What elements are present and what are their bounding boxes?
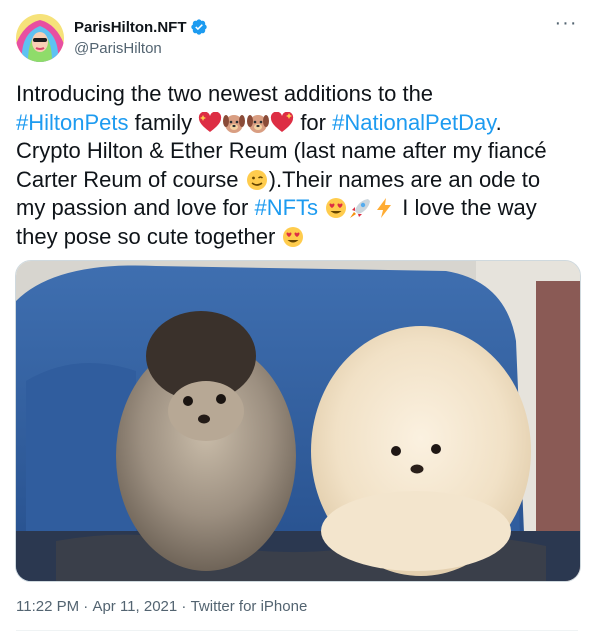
hashtag-link[interactable]: #NationalPetDay [332, 110, 495, 135]
meta-separator: · [79, 598, 93, 615]
rocket-icon [350, 199, 371, 218]
tweet-text-line: Carter Reum of course [16, 166, 245, 192]
handle[interactable]: @ParisHilton [74, 40, 162, 57]
tweet-text-segment: . [495, 109, 502, 135]
tweet-text-line: Introducing the two newest additions to … [16, 81, 434, 106]
tweet-client[interactable]: Twitter for iPhone [191, 598, 308, 615]
tweet-text-line: Crypto Hilton & Ether Reum (last name af… [16, 138, 547, 163]
hashtag-link[interactable]: #HiltonPets [16, 110, 129, 135]
tweet-text-line: my passion and love for [16, 195, 255, 220]
hashtag-link[interactable]: #NFTs [254, 195, 318, 220]
tweet-photo[interactable] [15, 260, 581, 582]
tweet-text-segment: ).Their names are an ode to [268, 166, 541, 192]
heart-eyes-face-icon [326, 198, 347, 218]
display-name[interactable]: ParisHilton.NFT [74, 19, 187, 36]
verified-badge-icon [190, 19, 207, 35]
sparkling-heart-icon [199, 111, 222, 132]
pomeranian-puppies-image [16, 261, 580, 581]
meta-separator: · [177, 598, 191, 615]
heart-eyes-face-icon [283, 226, 304, 247]
tweet-time[interactable]: 11:22 PM [16, 598, 79, 615]
tweet-meta: 11:22 PM · Apr 11, 2021 · Twitter for iP… [16, 598, 307, 615]
divider [16, 630, 578, 631]
dog-face-icon [223, 114, 246, 133]
tweet-text: Introducing the two newest additions to … [16, 80, 582, 251]
winking-face-icon [246, 169, 267, 190]
more-horizontal-icon[interactable]: ··· [554, 13, 578, 36]
tweet-date[interactable]: Apr 11, 2021 [92, 598, 177, 615]
author-name-row[interactable]: ParisHilton.NFT [74, 18, 208, 36]
tweet-header: ParisHilton.NFT @ParisHilton ··· [16, 12, 578, 62]
dog-face-icon [247, 114, 270, 133]
tweet-text-line: they pose so cute together [16, 223, 282, 249]
avatar[interactable] [16, 14, 64, 62]
sparkling-heart-icon [271, 111, 294, 132]
high-voltage-icon [377, 198, 392, 218]
tweet-text-segment: for [294, 109, 333, 135]
tweet-text-segment: I love the way [396, 195, 537, 220]
tweet-text-segment: family [128, 109, 199, 135]
